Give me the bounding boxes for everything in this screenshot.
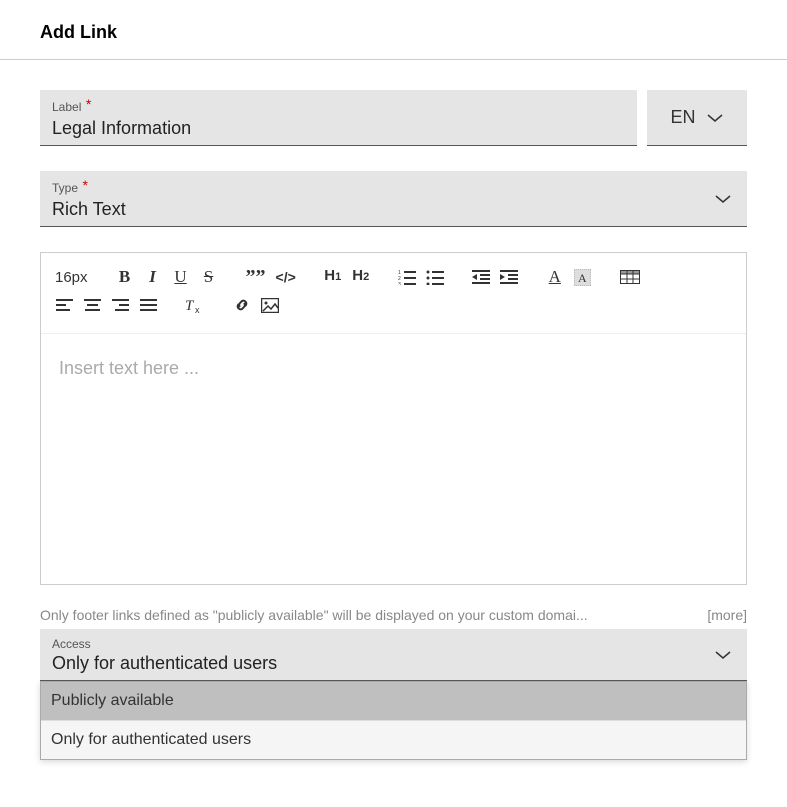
table-icon[interactable] (620, 267, 640, 287)
svg-text:T: T (185, 298, 195, 314)
underline-icon[interactable]: U (172, 267, 190, 287)
label-field[interactable]: Label * Legal Information (40, 90, 637, 146)
editor-toolbar: 16px B I U S ”” </> H1 H2 1 (41, 253, 746, 334)
chevron-down-icon (714, 194, 732, 204)
editor-textarea[interactable]: Insert text here ... (41, 334, 746, 584)
align-center-icon[interactable] (83, 295, 101, 315)
label-field-caption: Label * (52, 98, 625, 116)
link-icon[interactable] (233, 295, 251, 315)
required-asterisk: * (82, 177, 87, 193)
dialog-content: Label * Legal Information EN Type * Rich… (0, 60, 787, 770)
image-icon[interactable] (261, 295, 279, 315)
strikethrough-icon[interactable]: S (200, 267, 218, 287)
access-option-public[interactable]: Publicly available (41, 682, 746, 721)
required-asterisk: * (86, 96, 91, 112)
align-left-icon[interactable] (55, 295, 73, 315)
code-icon[interactable]: </> (276, 267, 296, 287)
access-dropdown: Publicly available Only for authenticate… (40, 681, 747, 760)
indent-icon[interactable] (500, 267, 518, 287)
access-field-value: Only for authenticated users (52, 651, 735, 674)
label-field-value: Legal Information (52, 116, 625, 139)
more-link[interactable]: [more] (707, 607, 747, 623)
access-option-auth[interactable]: Only for authenticated users (41, 721, 746, 759)
text-color-icon[interactable]: A (546, 267, 564, 287)
editor-placeholder: Insert text here ... (59, 358, 728, 379)
access-field-caption: Access (52, 637, 735, 651)
dialog-header: Add Link (0, 0, 787, 60)
highlight-icon[interactable]: A (574, 267, 592, 287)
language-value: EN (670, 107, 695, 128)
language-select[interactable]: EN (647, 90, 747, 146)
bold-icon[interactable]: B (116, 267, 134, 287)
rich-text-editor: 16px B I U S ”” </> H1 H2 1 (40, 252, 747, 585)
quote-icon[interactable]: ”” (246, 267, 266, 287)
chevron-down-icon (706, 113, 724, 123)
heading1-icon[interactable]: H1 (324, 267, 342, 287)
type-field-caption: Type * (52, 179, 735, 197)
ordered-list-icon[interactable]: 1 2 3 (398, 267, 416, 287)
type-row: Type * Rich Text (40, 171, 747, 227)
svg-text:A: A (578, 271, 587, 285)
clear-format-icon[interactable]: T x (185, 295, 205, 315)
chevron-down-icon (714, 650, 732, 660)
font-size-select[interactable]: 16px (55, 267, 88, 287)
italic-icon[interactable]: I (144, 267, 162, 287)
hint-row: Only footer links defined as "publicly a… (40, 607, 747, 623)
label-row: Label * Legal Information EN (40, 90, 747, 146)
outdent-icon[interactable] (472, 267, 490, 287)
dialog-title: Add Link (40, 22, 747, 43)
svg-text:3: 3 (398, 282, 401, 285)
heading2-icon[interactable]: H2 (352, 267, 370, 287)
unordered-list-icon[interactable] (426, 267, 444, 287)
align-right-icon[interactable] (111, 295, 129, 315)
type-select[interactable]: Type * Rich Text (40, 171, 747, 227)
hint-text: Only footer links defined as "publicly a… (40, 607, 701, 623)
type-field-value: Rich Text (52, 197, 735, 220)
access-select[interactable]: Access Only for authenticated users (40, 629, 747, 681)
align-justify-icon[interactable] (139, 295, 157, 315)
svg-text:x: x (195, 305, 200, 314)
